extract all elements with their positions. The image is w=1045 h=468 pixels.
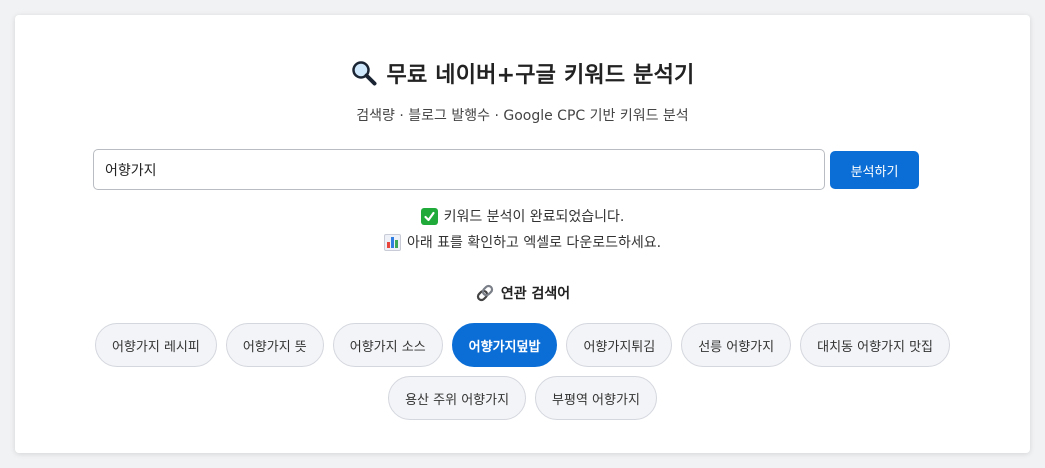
keyword-input[interactable] [93, 149, 825, 190]
related-heading: 연관 검색어 [15, 283, 1030, 303]
analyzer-card: 무료 네이버+구글 키워드 분석기 검색량 · 블로그 발행수 · Google… [15, 15, 1030, 453]
related-keyword-row: 용산 주위 어향가지 부평역 어향가지 [388, 376, 657, 420]
related-keyword-chip[interactable]: 어향가지덮밥 [451, 323, 558, 367]
related-keyword-chip[interactable]: 어향가지 뜻 [225, 323, 324, 367]
related-keyword-chip[interactable]: 대치동 어향가지 맛집 [800, 323, 951, 367]
related-keyword-chip[interactable]: 어향가지튀김 [566, 323, 673, 367]
related-keyword-chip[interactable]: 선릉 어향가지 [681, 323, 792, 367]
status-complete: 키워드 분석이 완료되었습니다. [15, 206, 1030, 226]
status-hint-text: 아래 표를 확인하고 엑셀로 다운로드하세요. [406, 235, 662, 251]
bar-chart-icon [383, 233, 401, 251]
analyze-button[interactable]: 분석하기 [830, 151, 919, 189]
status-complete-text: 키워드 분석이 완료되었습니다. [443, 209, 625, 225]
page-title: 무료 네이버+구글 키워드 분석기 [386, 63, 695, 88]
related-keyword-chip[interactable]: 어향가지 소스 [332, 323, 443, 367]
related-keyword-row: 어향가지 레시피 어향가지 뜻 어향가지 소스 어향가지덮밥 어향가지튀김 선릉 어향가지… [94, 323, 951, 367]
check-icon [420, 207, 438, 225]
status-hint: 아래 표를 확인하고 엑셀로 다운로드하세요. [15, 232, 1030, 252]
title-row: 무료 네이버+구글 키워드 분석기 [15, 57, 1030, 89]
related-heading-label: 연관 검색어 [500, 286, 571, 302]
magnifier-icon [351, 61, 377, 86]
related-keyword-list: 어향가지 레시피 어향가지 뜻 어향가지 소스 어향가지덮밥 어향가지튀김 선릉 어향가지… [15, 323, 1030, 420]
page-subtitle: 검색량 · 블로그 발행수 · Google CPC 기반 키워드 분석 [356, 108, 689, 124]
link-icon [476, 284, 493, 302]
related-keyword-chip[interactable]: 용산 주위 어향가지 [388, 376, 527, 420]
related-keyword-chip[interactable]: 부평역 어향가지 [535, 376, 657, 420]
related-keyword-chip[interactable]: 어향가지 레시피 [94, 323, 217, 367]
